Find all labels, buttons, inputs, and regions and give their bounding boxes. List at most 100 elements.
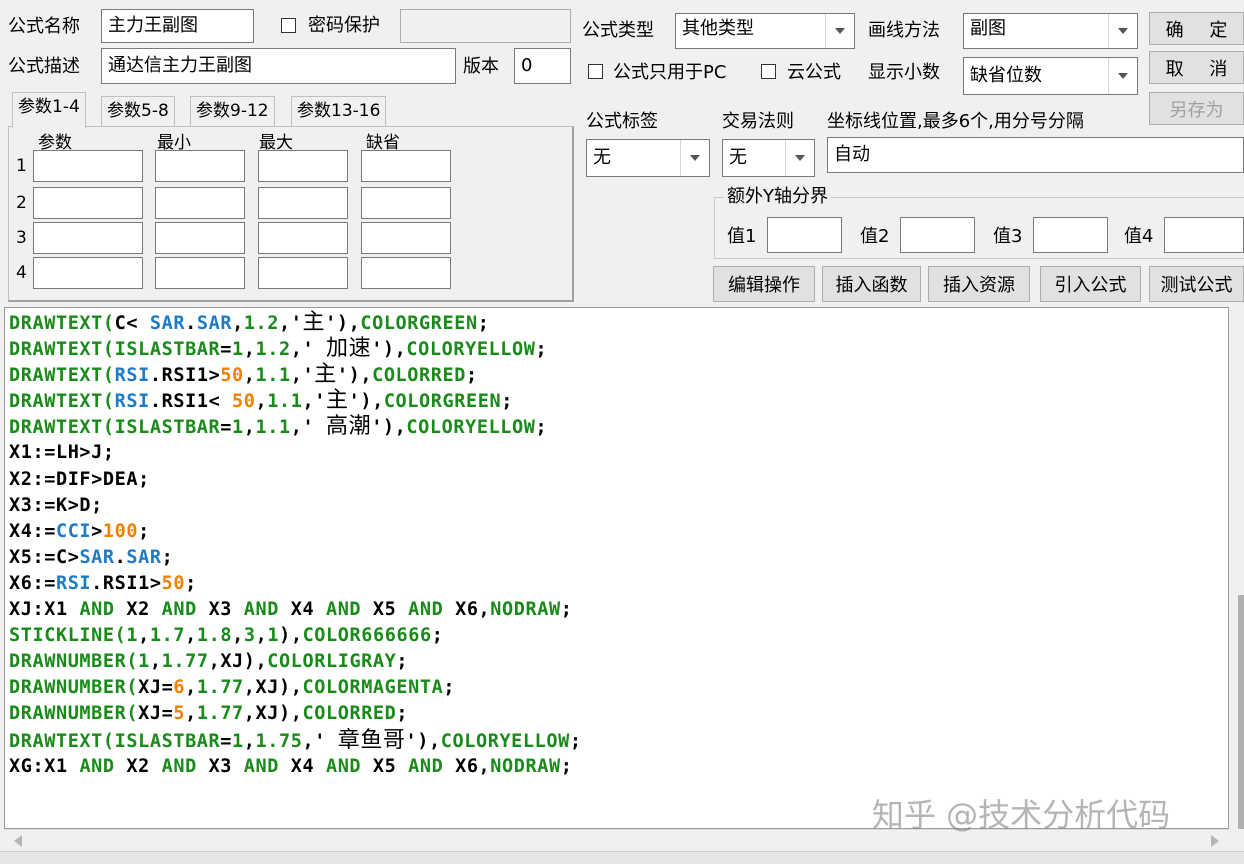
formula-name-input[interactable]: 主力王副图 xyxy=(101,9,254,43)
scroll-left-icon[interactable] xyxy=(14,835,22,847)
code-token: COLORLIGRAY xyxy=(267,651,397,673)
edit-ops-button[interactable]: 编辑操作 xyxy=(713,266,815,302)
cancel-button[interactable]: 取 消 xyxy=(1149,51,1244,84)
extra-y-value-input[interactable] xyxy=(1033,217,1108,253)
code-token: , xyxy=(185,703,197,725)
scroll-right-icon[interactable] xyxy=(1211,835,1219,847)
tab-params-13-16[interactable]: 参数13-16 xyxy=(291,96,387,126)
pc-only-checkbox[interactable] xyxy=(588,64,603,79)
code-token: ; xyxy=(396,651,409,673)
code-token: COLORMAGENTA xyxy=(302,677,444,699)
axis-position-label: 坐标线位置,最多6个,用分号分隔 xyxy=(827,111,1084,132)
code-token: ; xyxy=(535,417,548,439)
code-token: , xyxy=(243,339,256,361)
code-token: X5 xyxy=(361,755,409,777)
extra-y-value-label: 值2 xyxy=(860,226,890,247)
code-token: 50 xyxy=(220,365,244,387)
code-token: 加速 xyxy=(325,336,372,362)
version-label: 版本 xyxy=(463,56,499,77)
decimals-combo[interactable]: 缺省位数 xyxy=(963,57,1138,95)
code-token: 1.7 xyxy=(149,625,186,647)
code-token: ,' xyxy=(302,730,338,752)
code-token: ; xyxy=(560,755,573,777)
param-min-input[interactable] xyxy=(155,222,245,254)
formula-desc-input[interactable]: 通达信主力王副图 xyxy=(101,48,456,84)
formula-tag-label: 公式标签 xyxy=(586,111,658,132)
tab-params-5-8[interactable]: 参数5-8 xyxy=(101,96,175,126)
code-token: SAR xyxy=(79,546,115,568)
param-max-input[interactable] xyxy=(258,222,348,254)
import-formula-button[interactable]: 引入公式 xyxy=(1040,266,1141,302)
vertical-scrollbar-thumb[interactable] xyxy=(1238,595,1244,829)
code-line: DRAWTEXT(C< SAR.SAR,1.2,'主'),COLORGREEN; xyxy=(9,310,582,336)
trade-rule-label: 交易法则 xyxy=(722,111,794,132)
code-token: '), xyxy=(336,365,373,387)
formula-type-combo[interactable]: 其他类型 xyxy=(675,13,855,49)
tab-params-9-12[interactable]: 参数9-12 xyxy=(190,96,275,126)
code-token: DRAWNUMBER( xyxy=(9,651,139,673)
trade-rule-combo[interactable]: 无 xyxy=(722,139,815,177)
formula-name-label: 公式名称 xyxy=(8,16,80,37)
insert-resource-button[interactable]: 插入资源 xyxy=(928,266,1030,302)
code-token: X4 xyxy=(279,599,326,621)
chevron-down-icon[interactable] xyxy=(1108,14,1137,48)
code-token: 50 xyxy=(232,391,256,413)
code-token: X2 xyxy=(114,599,162,621)
chevron-down-icon[interactable] xyxy=(785,140,814,176)
version-input[interactable]: 0 xyxy=(514,48,571,84)
chevron-down-icon[interactable] xyxy=(680,140,709,176)
param-param-input[interactable] xyxy=(33,257,143,289)
code-token: COLORYELLOW xyxy=(440,730,570,752)
code-line: DRAWTEXT(ISLASTBAR=1,1.75,' 章鱼哥'),COLORY… xyxy=(9,728,582,754)
param-param-input[interactable] xyxy=(33,187,143,219)
code-token: RSI xyxy=(114,391,150,413)
param-param-input[interactable] xyxy=(33,150,143,182)
param-default-input[interactable] xyxy=(361,187,451,219)
code-token: ,' xyxy=(290,339,326,361)
insert-function-button[interactable]: 插入函数 xyxy=(822,266,921,302)
tab-params-1-4[interactable]: 参数1-4 xyxy=(12,92,86,128)
extra-y-value-input[interactable] xyxy=(767,217,842,253)
code-token: XJ= xyxy=(138,677,174,699)
param-default-input[interactable] xyxy=(361,257,451,289)
test-formula-button[interactable]: 测试公式 xyxy=(1149,266,1244,302)
param-param-input[interactable] xyxy=(33,222,143,254)
param-max-input[interactable] xyxy=(258,257,348,289)
code-editor[interactable]: DRAWTEXT(C< SAR.SAR,1.2,'主'),COLORGREEN;… xyxy=(4,307,1229,829)
draw-method-combo[interactable]: 副图 xyxy=(963,13,1138,49)
param-max-input[interactable] xyxy=(258,150,348,182)
param-default-input[interactable] xyxy=(361,150,451,182)
code-token: '), xyxy=(371,417,407,439)
param-min-input[interactable] xyxy=(155,187,245,219)
extra-y-value-label: 值3 xyxy=(993,226,1023,247)
code-token: DRAWTEXT( xyxy=(9,391,115,413)
param-min-input[interactable] xyxy=(155,150,245,182)
code-token: AND xyxy=(408,599,444,621)
code-token: DRAWTEXT( xyxy=(9,365,115,387)
param-max-input[interactable] xyxy=(258,187,348,219)
code-token: 1.1 xyxy=(255,417,291,439)
code-token: ; xyxy=(477,313,490,334)
extra-y-value-input[interactable] xyxy=(1164,217,1244,253)
code-token: ; xyxy=(501,391,513,413)
code-token: = xyxy=(220,417,233,439)
code-token: 1 xyxy=(126,625,139,647)
code-token: , xyxy=(255,391,268,413)
code-line: X6:=RSI.RSI1>50; xyxy=(9,571,582,597)
cloud-checkbox[interactable] xyxy=(761,64,776,79)
chevron-down-icon[interactable] xyxy=(1108,58,1137,94)
ok-button[interactable]: 确 定 xyxy=(1149,12,1244,45)
chevron-down-icon[interactable] xyxy=(825,14,854,48)
param-min-input[interactable] xyxy=(155,257,245,289)
code-token: 1.1 xyxy=(267,391,303,413)
axis-position-input[interactable]: 自动 xyxy=(827,137,1244,173)
code-token: '), xyxy=(325,313,361,334)
code-line: DRAWNUMBER(XJ=5,1.77,XJ),COLORRED; xyxy=(9,701,582,727)
param-default-input[interactable] xyxy=(361,222,451,254)
extra-y-value-input[interactable] xyxy=(900,217,975,253)
save-as-button: 另存为 xyxy=(1149,92,1244,125)
code-token: 1.75 xyxy=(255,730,303,752)
formula-tag-combo[interactable]: 无 xyxy=(586,139,710,177)
password-protect-checkbox[interactable] xyxy=(281,18,296,33)
code-token: X5:=C> xyxy=(9,546,80,568)
